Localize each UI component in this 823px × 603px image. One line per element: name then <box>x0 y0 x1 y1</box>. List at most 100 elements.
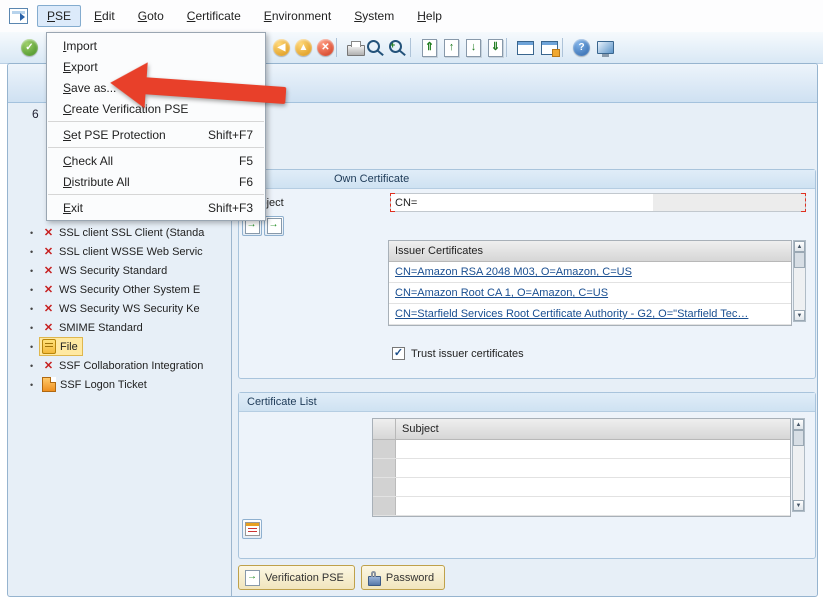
menu-separator <box>48 194 264 195</box>
tree-item-file[interactable]: •File <box>8 337 231 356</box>
certificate-list-rows <box>373 440 790 516</box>
menu-item-check-all[interactable]: Check AllF5 <box>47 150 265 171</box>
certificate-list-header-label: Certificate List <box>239 396 317 408</box>
scroll-up-icon[interactable]: ▲ <box>793 419 804 430</box>
row-selector-cell[interactable] <box>373 459 396 477</box>
menubar-item-environment[interactable]: Environment <box>254 5 341 27</box>
subject-cell <box>396 478 790 496</box>
toolbar-button-cancel[interactable]: ✕ <box>314 36 337 59</box>
toolbar-button-find-next[interactable] <box>388 36 411 59</box>
bullet-icon: • <box>30 380 40 390</box>
menubar-item-edit[interactable]: Edit <box>84 5 125 27</box>
tree-node: ✕ WS Security WS Security Ke <box>40 301 204 316</box>
issuer-table-scrollbar[interactable]: ▲ ▼ <box>793 240 806 322</box>
toolbar-button-customize-layout[interactable] <box>594 36 617 59</box>
issuer-certificate-link[interactable]: CN=Starfield Services Root Certificate A… <box>395 308 748 320</box>
tree-item-label: WS Security WS Security Ke <box>59 303 200 315</box>
toolbar-button-back[interactable]: ◀ <box>270 36 293 59</box>
tree-node: ✕SSF Collaboration Integration <box>40 358 207 373</box>
search-next-icon <box>389 40 402 53</box>
tree-item-ssl-client-ssl-client-standa[interactable]: •✕SSL client SSL Client (Standa <box>8 223 231 242</box>
issuer-certificate-link[interactable]: CN=Amazon RSA 2048 M03, O=Amazon, C=US <box>395 266 632 278</box>
toolbar-button-first-page[interactable]: ⇑ <box>418 36 441 59</box>
next-page-icon: ↓ <box>466 39 481 57</box>
certificate-list-table: Subject <box>372 418 791 517</box>
tree-node: ✕WS Security Standard <box>40 263 171 278</box>
tree-item-ssl-client-wsse-web-servic[interactable]: •✕SSL client WSSE Web Servic <box>8 242 231 261</box>
new-session-icon <box>517 41 534 55</box>
certificate-list-row <box>373 478 790 497</box>
scrollbar-thumb[interactable] <box>794 252 805 268</box>
menubar-item-label: Help <box>417 9 442 23</box>
verification-pse-button[interactable]: Verification PSE <box>238 565 355 590</box>
back-icon: ◀ <box>273 39 290 56</box>
toolbar-button-help[interactable]: ? <box>570 36 593 59</box>
tree-node: ✕SMIME Standard <box>40 320 147 335</box>
toolbar-button-next-page[interactable]: ↓ <box>462 36 485 59</box>
menu-item-set-pse-protection[interactable]: Set PSE ProtectionShift+F7 <box>47 124 265 145</box>
toolbar-button-print[interactable] <box>344 36 367 59</box>
scrollbar-thumb[interactable] <box>793 430 804 446</box>
toolbar-button-new-session[interactable] <box>514 36 537 59</box>
row-selector-cell[interactable] <box>373 497 396 515</box>
toolbar-button-exit[interactable]: ▲ <box>292 36 315 59</box>
tree-item-ws-security-standard[interactable]: •✕WS Security Standard <box>8 261 231 280</box>
bullet-icon: • <box>30 228 40 238</box>
menu-item-import[interactable]: Import <box>47 35 265 56</box>
row-selector-cell[interactable] <box>373 478 396 496</box>
partially-hidden-text: 6 <box>32 107 39 121</box>
tree-item-ssf-logon-ticket[interactable]: •SSF Logon Ticket <box>8 375 231 394</box>
toolbar-button-last-page[interactable]: ⇓ <box>484 36 507 59</box>
toolbar-button-create-shortcut[interactable] <box>538 36 561 59</box>
enter-icon: ✓ <box>21 39 38 56</box>
menubar-item-help[interactable]: Help <box>407 5 452 27</box>
scroll-up-icon[interactable]: ▲ <box>794 241 805 252</box>
issuer-certificates-header-label: Issuer Certificates <box>395 245 483 257</box>
no-pse-icon: ✕ <box>42 283 55 296</box>
tree-node: File <box>40 338 82 355</box>
no-pse-icon: ✕ <box>42 302 55 315</box>
menubar-item-pse[interactable]: PSE <box>37 5 81 27</box>
scroll-down-icon[interactable]: ▼ <box>794 310 805 321</box>
export-icon <box>267 218 282 234</box>
tree-item-ws-security-ws-security-ke[interactable]: •✕WS Security WS Security Ke <box>8 299 231 318</box>
menubar-item-certificate[interactable]: Certificate <box>177 5 251 27</box>
menubar-items: PSEEdit Goto Certificate Environment System H… <box>37 5 455 27</box>
menubar-item-label: Goto <box>138 9 164 23</box>
menubar-item-goto[interactable]: Goto <box>128 5 174 27</box>
issuer-certificate-link[interactable]: CN=Amazon Root CA 1, O=Amazon, C=US <box>395 287 608 299</box>
tree-item-ws-security-other-system-e[interactable]: •✕WS Security Other System E <box>8 280 231 299</box>
subject-field[interactable]: CN= <box>390 193 806 212</box>
menubar-item-label: Environment <box>264 9 331 23</box>
export-certificate-button[interactable] <box>264 216 284 236</box>
menu-item-shortcut: Shift+F7 <box>208 128 253 142</box>
issuer-certificate-row: CN=Amazon RSA 2048 M03, O=Amazon, C=US <box>389 262 791 283</box>
menubar-item-label: Certificate <box>187 9 241 23</box>
subject-field-disabled-area <box>653 194 805 211</box>
toolbar-button-previous-page[interactable]: ↑ <box>440 36 463 59</box>
file-pse-icon <box>42 339 56 354</box>
tree-item-smime-standard[interactable]: •✕SMIME Standard <box>8 318 231 337</box>
trust-issuer-certificates-checkbox[interactable]: ✓ <box>392 347 405 360</box>
certificate-list-scrollbar[interactable]: ▲ ▼ <box>792 418 805 512</box>
trust-issuer-row: ✓ Trust issuer certificates <box>392 347 524 360</box>
bullet-icon: • <box>30 285 40 295</box>
menubar-item-system[interactable]: System <box>344 5 404 27</box>
tree-node: ✕WS Security Other System E <box>40 282 204 297</box>
menu-item-exit[interactable]: ExitShift+F3 <box>47 197 265 218</box>
menu-item-distribute-all[interactable]: Distribute AllF6 <box>47 171 265 192</box>
lock-icon <box>368 576 381 586</box>
tree-item-ssf-collaboration-integration[interactable]: •✕SSF Collaboration Integration <box>8 356 231 375</box>
table-icon <box>245 522 260 536</box>
no-pse-icon: ✕ <box>42 321 55 334</box>
no-pse-icon: ✕ <box>42 226 55 239</box>
system-menu-icon[interactable] <box>9 8 28 24</box>
tree-node: SSF Logon Ticket <box>40 376 151 393</box>
toolbar-button-find[interactable] <box>366 36 389 59</box>
certificate-list-detail-button[interactable] <box>242 519 262 539</box>
row-selector-cell[interactable] <box>373 440 396 458</box>
toolbar-button-enter[interactable]: ✓ <box>18 36 41 59</box>
scroll-down-icon[interactable]: ▼ <box>793 500 804 511</box>
password-button[interactable]: Password <box>361 565 445 590</box>
first-page-icon: ⇑ <box>422 39 437 57</box>
